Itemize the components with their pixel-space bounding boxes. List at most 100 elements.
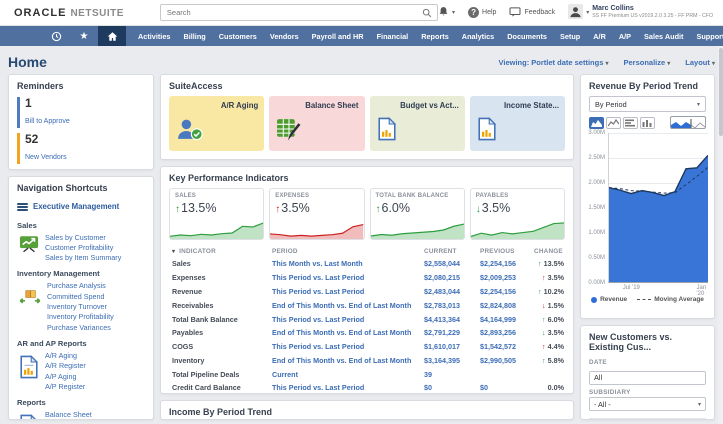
shortcut-link[interactable]: Inventory Profitability [47, 312, 114, 322]
nav-support[interactable]: Support [696, 32, 723, 41]
table-row[interactable]: ExpensesThis Period vs. Last Period$2,08… [169, 271, 567, 285]
viewing-portlet-date-settings[interactable]: Viewing: Portlet date settings ▾ [499, 58, 609, 67]
search-input[interactable] [161, 8, 422, 17]
date-label: DATE [589, 359, 706, 366]
revenue-trend-title: Revenue By Period Trend [581, 75, 714, 94]
reminder-link[interactable]: New Vendors [25, 154, 67, 161]
chart-type-line-button[interactable] [606, 117, 621, 129]
vertical-scrollbar[interactable] [718, 46, 723, 424]
plot-area[interactable] [608, 133, 708, 283]
nav-payroll-hr[interactable]: Payroll and HR [312, 32, 364, 41]
global-search[interactable] [160, 4, 438, 21]
nav-vendors[interactable]: Vendors [270, 32, 299, 41]
shortcut-link[interactable]: A/R Register [45, 361, 86, 371]
chevron-down-icon: ▾ [698, 401, 701, 408]
nav-financial[interactable]: Financial [377, 32, 409, 41]
sales-chart-icon [19, 235, 39, 258]
layout-menu[interactable]: Layout ▾ [685, 58, 715, 67]
period-select[interactable]: By Period▾ [589, 96, 706, 112]
moving-average-series [609, 133, 708, 282]
reminder-count: 1 [25, 97, 145, 110]
subsidiary-select[interactable]: - All -▾ [589, 397, 706, 411]
nav-ar[interactable]: A/R [593, 32, 606, 41]
filter-caret-icon[interactable]: ▾ [172, 249, 175, 255]
home-icon[interactable] [98, 26, 126, 46]
kpi-card-sales[interactable]: SALES ↑13.5% [169, 188, 264, 240]
chart-type-column-button[interactable] [640, 117, 655, 129]
suiteaccess-card-budget-vs-actual[interactable]: Budget vs Act... [370, 96, 465, 151]
inventory-boxes-icon [19, 289, 41, 310]
nav-sales-audit[interactable]: Sales Audit [644, 32, 683, 41]
nav-setup[interactable]: Setup [560, 32, 580, 41]
chart-range-selector[interactable] [670, 116, 706, 129]
table-row[interactable]: Total Bank BalanceThis Period vs. Last P… [169, 312, 567, 326]
legend-revenue[interactable]: Revenue [591, 296, 627, 303]
card-label: Income State... [504, 101, 559, 110]
nav-analytics[interactable]: Analytics [462, 32, 494, 41]
chevron-down-icon: ▾ [697, 101, 700, 108]
person-check-icon [176, 117, 204, 146]
legend-moving-average[interactable]: Moving Average [637, 296, 704, 303]
kpi-table-header: ▾ INDICATOR PERIOD CURRENT PREVIOUS CHAN… [169, 246, 567, 257]
kpi-card-total-bank-balance[interactable]: TOTAL BANK BALANCE ↑6.0% [370, 188, 465, 240]
table-row[interactable]: ReceivablesEnd of This Month vs. End of … [169, 298, 567, 312]
kpi-card-expenses[interactable]: EXPENSES ↑3.5% [269, 188, 364, 240]
shortcut-executive-management[interactable]: Executive Management [9, 196, 153, 214]
shortcut-link[interactable]: A/P Register [45, 382, 86, 392]
shortcut-link[interactable]: Customer Profitability [45, 243, 121, 253]
legend-dot-icon [591, 297, 597, 303]
nav-reports[interactable]: Reports [421, 32, 449, 41]
nav-customers[interactable]: Customers [219, 32, 257, 41]
total-readout: TOTAL: 2 [589, 418, 706, 420]
reminder-bill-to-approve[interactable]: 1 Bill to Approve [17, 97, 145, 128]
spreadsheet-edit-icon [276, 117, 302, 146]
table-row[interactable]: InventoryEnd of This Month vs. End of La… [169, 353, 567, 367]
shortcut-link[interactable]: Sales by Item Summary [45, 253, 121, 263]
personalize-menu[interactable]: Personalize ▾ [624, 58, 671, 67]
recent-records-icon[interactable] [42, 26, 70, 46]
chart-type-area-button[interactable] [589, 117, 604, 129]
shortcut-link[interactable]: A/R Aging [45, 351, 86, 361]
shortcut-link[interactable]: Balance Sheet [45, 410, 114, 420]
reminder-link[interactable]: Bill to Approve [25, 118, 70, 125]
kpi-sparkline [371, 221, 464, 239]
suiteaccess-card-ar-aging[interactable]: A/R Aging [169, 96, 264, 151]
kpi-label: EXPENSES [275, 193, 358, 199]
report-document-icon [377, 117, 397, 146]
shortcut-link[interactable]: Sales by Customer [45, 233, 121, 243]
shortcut-link[interactable]: Committed Spend [47, 292, 114, 302]
table-row[interactable]: COGSThis Period vs. Last Period$1,610,01… [169, 340, 567, 354]
nav-billing[interactable]: Billing [183, 32, 205, 41]
help-button[interactable]: ? Help [468, 7, 496, 18]
table-row[interactable]: Total Pipeline DealsCurrent39 [169, 367, 567, 381]
card-label: A/R Aging [221, 101, 258, 110]
search-icon[interactable] [422, 8, 437, 18]
shortcut-link[interactable]: Inventory Turnover [47, 302, 114, 312]
top-bar: ORACLE NETSUITE ▾ ? Help Feedback ▾ [0, 0, 723, 26]
shortcut-link[interactable]: A/P Aging [45, 372, 86, 382]
subsidiary-label: SUBSIDIARY [589, 389, 706, 396]
shortcuts-star-icon[interactable]: ★ [70, 26, 98, 46]
notifications-menu[interactable]: ▾ [438, 6, 455, 19]
user-menu[interactable]: ▾ Marc Collins SS FF Premium US v2019.2.… [568, 4, 713, 21]
kpi-card-payables[interactable]: PAYABLES ↓3.5% [470, 188, 565, 240]
feedback-button[interactable]: Feedback [509, 7, 555, 19]
suiteaccess-card-balance-sheet[interactable]: Balance Sheet [269, 96, 364, 151]
shortcut-link[interactable]: Purchase Analysis [47, 281, 114, 291]
reminder-new-vendors[interactable]: 52 New Vendors [17, 133, 145, 164]
logo-netsuite: NETSUITE [70, 8, 123, 19]
table-row[interactable]: RevenueThis Period vs. Last Period$2,483… [169, 285, 567, 299]
nav-ap[interactable]: A/P [619, 32, 631, 41]
suiteaccess-card-income-statement[interactable]: Income State... [470, 96, 565, 151]
shortcut-link[interactable]: Purchase Variances [47, 323, 114, 333]
table-row[interactable]: PayablesEnd of This Month vs. End of Las… [169, 326, 567, 340]
suiteaccess-title: SuiteAccess [161, 75, 573, 94]
scrollbar-thumb[interactable] [719, 48, 723, 136]
date-field[interactable] [589, 371, 706, 385]
table-row[interactable]: SalesThis Month vs. Last Month$2,558,044… [169, 257, 567, 271]
nav-documents[interactable]: Documents [507, 32, 547, 41]
card-label: Balance Sheet [305, 101, 358, 110]
chart-type-bar-horizontal-button[interactable] [623, 117, 638, 129]
nav-activities[interactable]: Activities [138, 32, 170, 41]
table-row[interactable]: Credit Card BalanceThis Period vs. Last … [169, 381, 567, 394]
